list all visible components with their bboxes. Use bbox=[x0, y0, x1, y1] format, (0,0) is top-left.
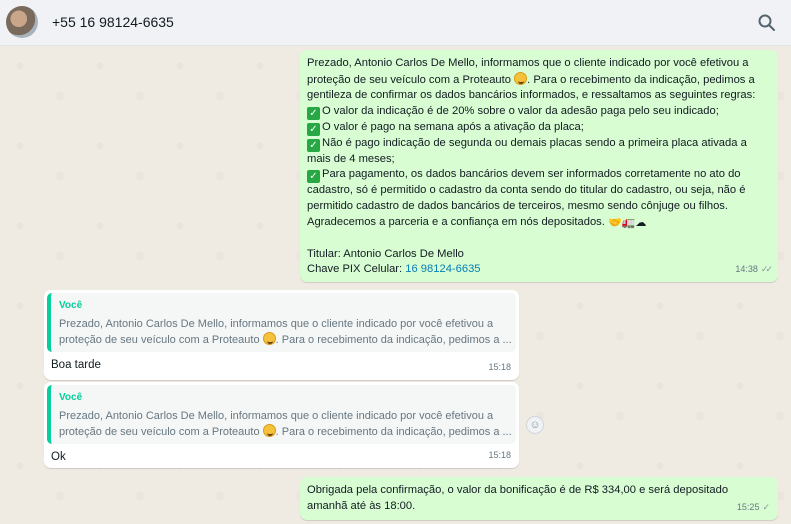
message-meta: 15:18 bbox=[488, 448, 511, 464]
message-text: Ok bbox=[51, 451, 66, 463]
message-line: amanhã até às 18:00. bbox=[307, 499, 416, 512]
check-mark-icon: ✓ bbox=[307, 138, 320, 152]
grinning-face-emoji-icon bbox=[262, 423, 276, 437]
message-time: 15:18 bbox=[488, 362, 511, 373]
quote-text: . Para o recebimento da indicação, pedim… bbox=[275, 333, 512, 346]
message-line: Obrigada pela confirmação, o valor da bo… bbox=[307, 484, 729, 496]
message-meta: 14:38 ✓✓ bbox=[735, 262, 773, 278]
message-line: Titular: Antonio Carlos De Mello bbox=[307, 247, 464, 260]
quote-text: proteção de seu veículo com a Proteauto bbox=[59, 425, 260, 438]
outgoing-message[interactable]: Obrigada pela confirmação, o valor da bo… bbox=[300, 477, 778, 520]
message-line: Chave PIX Celular: bbox=[307, 263, 406, 276]
search-icon[interactable] bbox=[757, 13, 777, 33]
message-line: Agradecemos a parceria e a confiança em … bbox=[307, 215, 605, 228]
grinning-face-emoji-icon bbox=[514, 71, 528, 85]
message-time: 15:25 bbox=[736, 502, 760, 513]
quote-author: Você bbox=[59, 300, 83, 311]
quote-text: Prezado, Antonio Carlos De Mello, inform… bbox=[59, 317, 494, 330]
message-line: permitido cadastro de dados bancários de… bbox=[307, 199, 729, 212]
message-line: Prezado, Antonio Carlos De Mello, inform… bbox=[307, 57, 749, 69]
check-mark-icon: ✓ bbox=[307, 122, 320, 136]
message-line: mais de 4 meses; bbox=[307, 152, 395, 165]
message-time: 15:18 bbox=[488, 450, 511, 461]
cloud-emoji-icon: ☁ bbox=[635, 216, 647, 229]
quote-text: Prezado, Antonio Carlos De Mello, inform… bbox=[59, 409, 494, 422]
message-meta: 15:18 bbox=[488, 360, 511, 376]
check-mark-icon: ✓ bbox=[307, 106, 320, 120]
quote-author: Você bbox=[59, 392, 83, 403]
quote-text: proteção de seu veículo com a Proteauto bbox=[59, 333, 260, 346]
incoming-message[interactable]: Você Prezado, Antonio Carlos De Mello, i… bbox=[44, 290, 519, 380]
grinning-face-emoji-icon bbox=[262, 331, 276, 345]
phone-link[interactable]: 16 98124-6635 bbox=[405, 263, 480, 275]
message-line: . Para o recebimento da indicação, pedim… bbox=[527, 73, 755, 86]
double-check-icon: ✓✓ bbox=[760, 264, 773, 275]
message-line: Não é pago indicação de segunda ou demai… bbox=[322, 136, 747, 149]
quoted-message[interactable]: Você Prezado, Antonio Carlos De Mello, i… bbox=[47, 293, 516, 352]
message-line: proteção de seu veículo com a Proteauto bbox=[307, 73, 511, 86]
message-meta: 15:25 ✓ bbox=[737, 500, 770, 516]
incoming-message[interactable]: Você Prezado, Antonio Carlos De Mello, i… bbox=[44, 382, 519, 468]
message-line: gentileza de confirmar os dados bancário… bbox=[307, 89, 756, 102]
quoted-message[interactable]: Você Prezado, Antonio Carlos De Mello, i… bbox=[47, 385, 516, 444]
contact-name[interactable]: +55 16 98124-6635 bbox=[52, 14, 174, 30]
single-check-icon: ✓ bbox=[762, 502, 770, 513]
reaction-emoji-icon[interactable]: ☺ bbox=[526, 416, 544, 434]
message-text: Boa tarde bbox=[51, 359, 101, 371]
check-mark-icon: ✓ bbox=[307, 170, 320, 184]
outgoing-message[interactable]: Prezado, Antonio Carlos De Mello, inform… bbox=[300, 50, 778, 282]
truck-emoji-icon: 🚛 bbox=[621, 216, 636, 229]
message-line: Para pagamento, os dados bancários devem… bbox=[322, 168, 741, 181]
quote-text: . Para o recebimento da indicação, pedim… bbox=[275, 425, 512, 438]
message-line: cadastro, só é permitido o cadastro da c… bbox=[307, 184, 746, 197]
chat-header: +55 16 98124-6635 bbox=[0, 0, 791, 46]
handshake-emoji-icon: 🤝 bbox=[608, 216, 622, 229]
message-list[interactable]: Prezado, Antonio Carlos De Mello, inform… bbox=[0, 46, 791, 524]
message-line: O valor da indicação é de 20% sobre o va… bbox=[322, 104, 719, 117]
message-time: 14:38 bbox=[735, 264, 758, 275]
message-line: O valor é pago na semana após a ativação… bbox=[322, 120, 584, 133]
contact-avatar[interactable] bbox=[6, 6, 38, 38]
